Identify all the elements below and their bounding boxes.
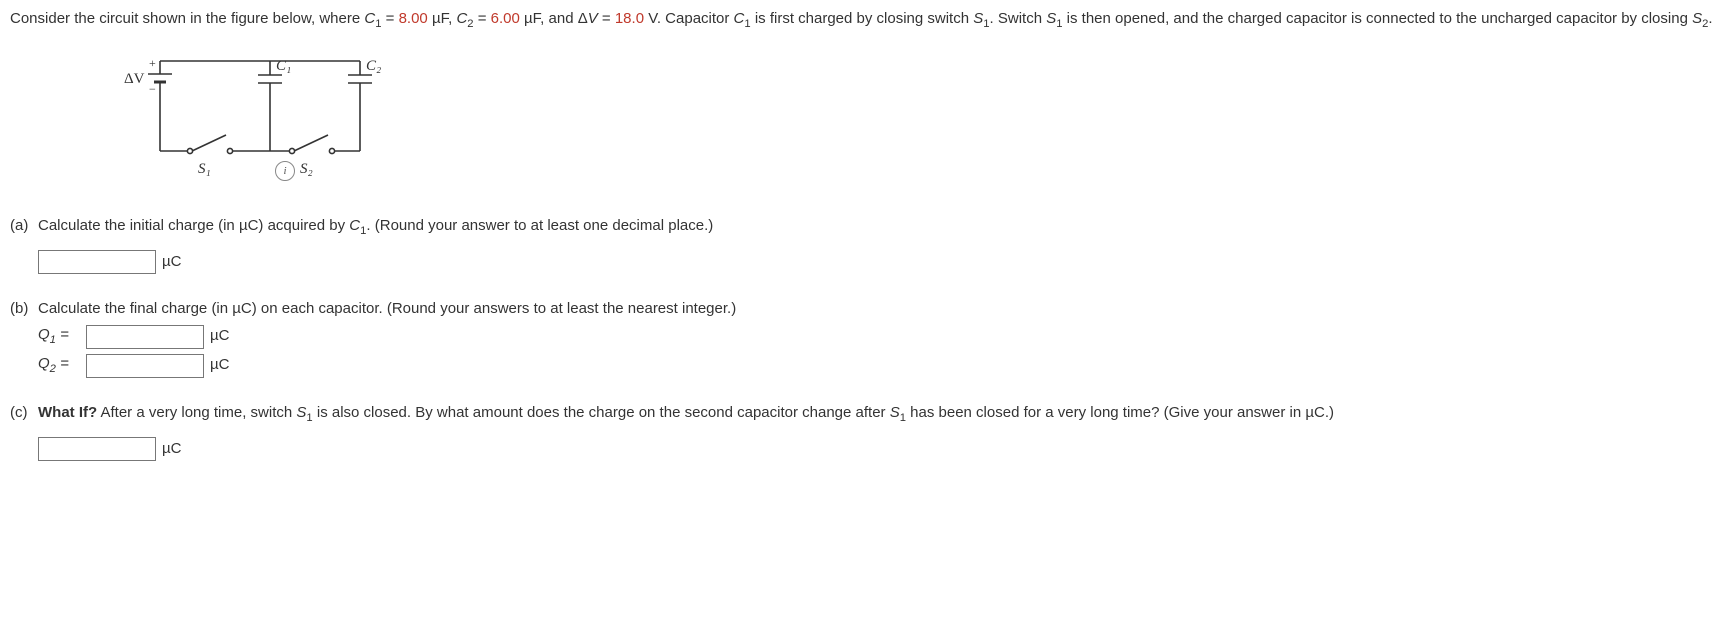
c2-value: 6.00 [491, 10, 520, 27]
q2-label: Q2 = [38, 353, 80, 378]
intro-text: Consider the circuit shown in the figure… [10, 10, 364, 27]
eq2: = [474, 10, 491, 27]
part-b-text: Calculate the final charge (in µC) on ea… [38, 298, 1724, 321]
dv-symbol: V [588, 10, 598, 27]
problem-intro: Consider the circuit shown in the figure… [10, 8, 1724, 33]
part-b: (b) Calculate the final charge (in µC) o… [10, 298, 1724, 378]
part-a-label: (a) [10, 215, 38, 274]
circuit-figure: ΔV + − C₁ C₂ S₁ S₂ i [100, 51, 390, 191]
mid1: is first charged by closing switch [751, 10, 974, 27]
q2-input[interactable] [86, 354, 204, 378]
figure-s2: S₂ [300, 161, 313, 177]
part-a-text: Calculate the initial charge (in µC) acq… [38, 215, 1724, 240]
c2-symbol: C [456, 10, 467, 27]
period: . [1708, 10, 1712, 27]
part-c-input[interactable] [38, 437, 156, 461]
part-c-text: What If? After a very long time, switch … [38, 402, 1724, 427]
c1-value: 8.00 [399, 10, 428, 27]
uf1: µF, [428, 10, 457, 27]
q1-input[interactable] [86, 325, 204, 349]
mid3: is then opened, and the charged capacito… [1063, 10, 1693, 27]
figure-c2: C₂ [366, 58, 381, 74]
eq3: = [598, 10, 615, 27]
mid2: . Switch [990, 10, 1047, 27]
figure-plus: + [149, 56, 156, 70]
part-a-unit: µC [162, 251, 181, 274]
what-if: What If? [38, 404, 97, 421]
part-a: (a) Calculate the initial charge (in µC)… [10, 215, 1724, 274]
figure-dv: ΔV [124, 71, 145, 87]
q2-unit: µC [210, 354, 229, 377]
dv-value: 18.0 [615, 10, 644, 27]
c1b-symbol: C [734, 10, 745, 27]
part-c-label: (c) [10, 402, 38, 461]
s1b-symbol: S [1046, 10, 1056, 27]
uf2: µF, and Δ [520, 10, 588, 27]
figure-minus: − [149, 82, 156, 96]
info-icon[interactable]: i [275, 161, 295, 181]
s2-symbol: S [1692, 10, 1702, 27]
s1-symbol: S [973, 10, 983, 27]
q1-unit: µC [210, 325, 229, 348]
figure-c1: C₁ [276, 58, 291, 74]
q1-label: Q1 = [38, 324, 80, 349]
part-b-label: (b) [10, 298, 38, 378]
part-c-unit: µC [162, 438, 181, 461]
figure-s1: S₁ [198, 161, 211, 177]
eq1: = [381, 10, 398, 27]
part-a-input[interactable] [38, 250, 156, 274]
part-c: (c) What If? After a very long time, swi… [10, 402, 1724, 461]
dv-unit: V. Capacitor [644, 10, 734, 27]
c1-symbol: C [364, 10, 375, 27]
